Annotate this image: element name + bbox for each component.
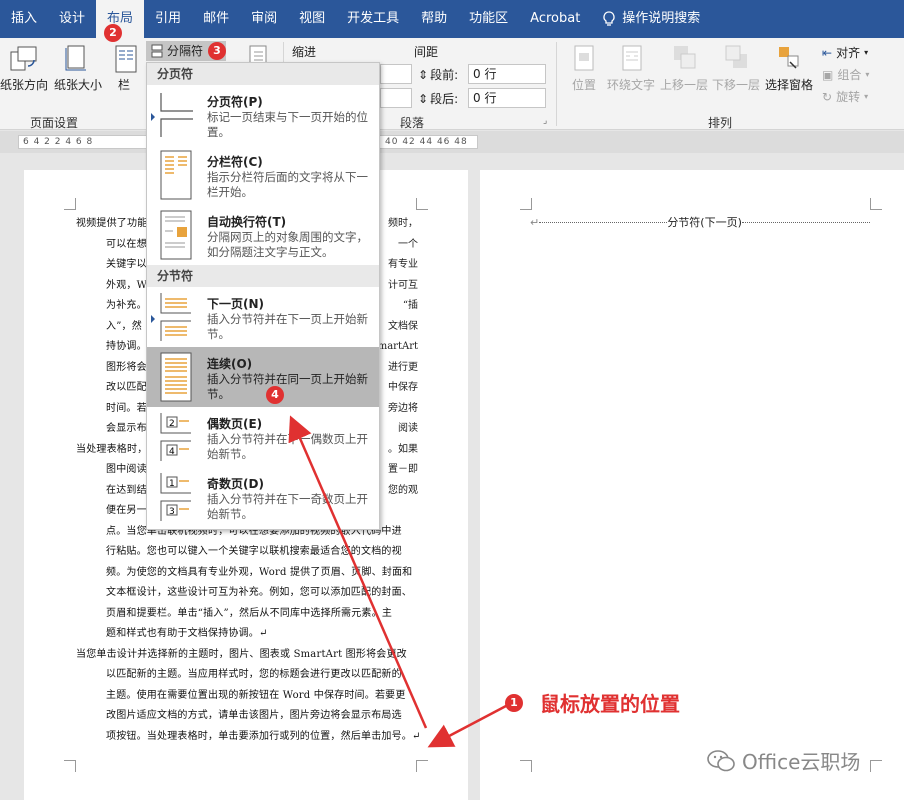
- step-badge-2: 2: [104, 24, 122, 42]
- step-badge-3: 3: [208, 42, 226, 60]
- annotation-note: 鼠标放置的位置: [540, 692, 680, 716]
- annotation-arrow-to-continuous: [288, 415, 428, 729]
- step-badge-1: 1: [505, 694, 523, 712]
- step-badge-4: 4: [266, 386, 284, 404]
- wechat-icon: [707, 749, 735, 771]
- watermark-text: Office云职场: [742, 750, 861, 774]
- annotation-arrow-to-cursor: [427, 704, 507, 748]
- annotation-arrows: [288, 415, 507, 748]
- watermark: Office云职场: [706, 746, 860, 775]
